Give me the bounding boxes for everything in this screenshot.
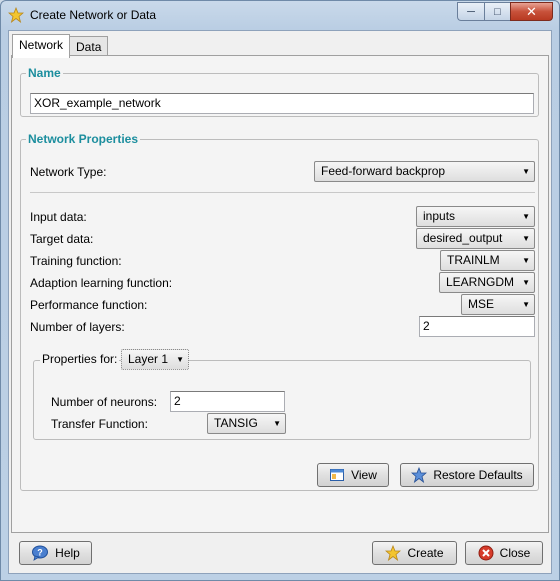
network-properties-group: Network Properties Network Type: Feed-fo… [20,132,539,491]
chevron-down-icon: ▼ [273,419,281,428]
star-icon [385,545,402,561]
restore-defaults-label: Restore Defaults [433,468,523,482]
star-icon [411,467,428,483]
tab-strip: Network Data [12,34,109,58]
chevron-down-icon: ▼ [176,355,184,364]
minimize-button[interactable]: ─ [457,2,484,21]
view-button-label: View [351,468,377,482]
help-button[interactable]: ? Help [19,541,92,565]
network-type-value: Feed-forward backprop [321,164,446,178]
maximize-button[interactable]: □ [484,2,510,21]
network-tab-panel: Name XOR_example_network Network Propert… [11,55,549,533]
performance-function-label: Performance function: [30,298,148,312]
window-title: Create Network or Data [30,8,157,22]
number-of-layers-label: Number of layers: [30,320,125,334]
tab-network[interactable]: Network [12,34,71,58]
training-function-value: TRAINLM [447,253,500,267]
target-data-select[interactable]: desired_output ▼ [416,228,535,249]
properties-for-label: Properties for: [40,352,120,366]
chevron-down-icon: ▼ [522,278,530,287]
create-button-label: Create [407,546,444,560]
performance-function-value: MSE [468,297,495,311]
input-data-value: inputs [423,209,456,223]
chevron-down-icon: ▼ [522,256,530,265]
tab-data[interactable]: Data [69,36,109,57]
name-group-title: Name [26,66,63,80]
star-icon [8,7,24,23]
transfer-function-select[interactable]: TANSIG ▼ [207,413,286,434]
adaption-function-select[interactable]: LEARNGDM ▼ [439,272,535,293]
chevron-down-icon: ▼ [522,212,530,221]
title-bar[interactable]: Create Network or Data ─ □ ✕ [1,1,559,29]
help-bubble-icon: ? [32,545,49,561]
layer-properties-group: Properties for: Layer 1 ▼ Number of neur… [33,349,531,440]
chevron-down-icon: ▼ [522,234,530,243]
view-button[interactable]: View [317,463,389,487]
transfer-function-label: Transfer Function: [51,417,148,431]
network-type-select[interactable]: Feed-forward backprop ▼ [314,161,535,182]
performance-function-select[interactable]: MSE ▼ [461,294,535,315]
transfer-function-value: TANSIG [214,416,258,430]
number-of-layers-input[interactable]: 2 [419,316,535,337]
neurons-label: Number of neurons: [51,395,158,409]
window-close-button[interactable]: ✕ [510,2,553,21]
divider [30,192,535,193]
training-function-label: Training function: [30,254,122,268]
restore-defaults-button[interactable]: Restore Defaults [400,463,534,487]
window-controls: ─ □ ✕ [457,2,553,21]
network-name-input[interactable]: XOR_example_network [30,93,534,114]
layer-select-value: Layer 1 [128,352,169,366]
neurons-input[interactable]: 2 [170,391,285,412]
window-icon [330,469,345,481]
adaption-function-label: Adaption learning function: [30,276,173,290]
chevron-down-icon: ▼ [522,300,530,309]
training-function-select[interactable]: TRAINLM ▼ [440,250,535,271]
create-button[interactable]: Create [372,541,457,565]
close-circle-icon [478,545,494,561]
close-button[interactable]: Close [465,541,543,565]
network-type-label: Network Type: [30,165,107,179]
name-group: Name XOR_example_network [20,66,539,117]
help-button-label: Help [55,546,80,560]
target-data-label: Target data: [30,232,94,246]
dialog-body: Network Data Name XOR_example_network Ne… [8,30,552,574]
create-network-window: Create Network or Data ─ □ ✕ Network Dat… [0,0,560,581]
network-properties-title: Network Properties [26,132,141,146]
input-data-select[interactable]: inputs ▼ [416,206,535,227]
layer-select[interactable]: Layer 1 ▼ [121,349,189,370]
chevron-down-icon: ▼ [522,167,530,176]
input-data-label: Input data: [30,210,87,224]
target-data-value: desired_output [423,231,503,245]
close-button-label: Close [499,546,531,560]
adaption-function-value: LEARNGDM [446,275,515,289]
svg-text:?: ? [37,548,43,558]
